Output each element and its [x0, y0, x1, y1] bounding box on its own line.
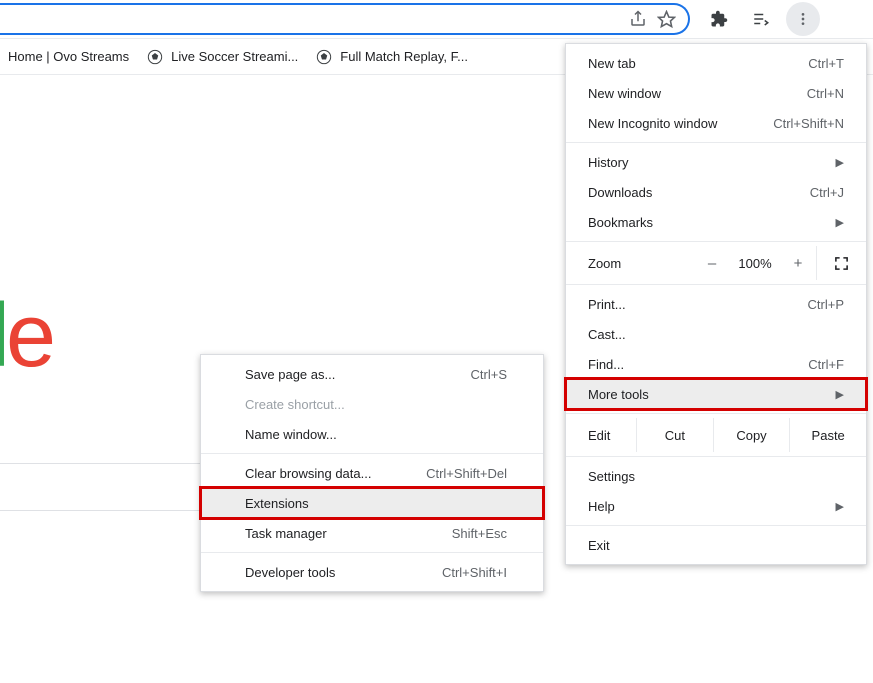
menu-separator [566, 525, 866, 526]
google-logo-fragment: le [0, 285, 52, 388]
menu-separator [201, 453, 543, 454]
menu-settings[interactable]: Settings [566, 461, 866, 491]
share-icon[interactable] [624, 5, 652, 33]
menu-separator [566, 241, 866, 242]
bookmark-label: Full Match Replay, F... [340, 49, 468, 64]
edit-label: Edit [588, 428, 636, 443]
menu-new-tab[interactable]: New tab Ctrl+T [566, 48, 866, 78]
zoom-value: 100% [730, 256, 780, 271]
zoom-in-button[interactable]: + [780, 255, 816, 272]
reading-list-icon[interactable] [744, 2, 778, 36]
menu-button[interactable] [786, 2, 820, 36]
menu-cast[interactable]: Cast... [566, 319, 866, 349]
star-icon[interactable] [652, 5, 680, 33]
menu-help[interactable]: Help ▶ [566, 491, 866, 521]
menu-separator [566, 413, 866, 414]
submenu-clear-browsing-data[interactable]: Clear browsing data... Ctrl+Shift+Del [201, 458, 543, 488]
toolbar-actions [694, 2, 828, 36]
menu-bookmarks[interactable]: Bookmarks ▶ [566, 207, 866, 237]
bookmark-item[interactable]: Home | Ovo Streams [8, 49, 129, 64]
soccer-icon [147, 49, 163, 65]
menu-separator [201, 552, 543, 553]
zoom-out-button[interactable]: – [694, 255, 730, 272]
fullscreen-icon [834, 256, 849, 271]
submenu-extensions[interactable]: Extensions [201, 488, 543, 518]
bookmark-label: Home | Ovo Streams [8, 49, 129, 64]
chevron-right-icon: ▶ [836, 388, 844, 401]
menu-history[interactable]: History ▶ [566, 147, 866, 177]
menu-new-window[interactable]: New window Ctrl+N [566, 78, 866, 108]
menu-downloads[interactable]: Downloads Ctrl+J [566, 177, 866, 207]
submenu-save-page[interactable]: Save page as... Ctrl+S [201, 359, 543, 389]
fullscreen-button[interactable] [816, 246, 866, 280]
chrome-main-menu: New tab Ctrl+T New window Ctrl+N New Inc… [565, 43, 867, 565]
menu-print[interactable]: Print... Ctrl+P [566, 289, 866, 319]
more-tools-submenu: Save page as... Ctrl+S Create shortcut..… [200, 354, 544, 592]
toolbar [0, 0, 873, 39]
bookmark-item[interactable]: Live Soccer Streami... [147, 49, 298, 65]
soccer-icon [316, 49, 332, 65]
menu-more-tools[interactable]: More tools ▶ [566, 379, 866, 409]
zoom-label: Zoom [588, 256, 658, 271]
search-box-fragment [0, 463, 200, 511]
edit-paste-button[interactable]: Paste [789, 418, 866, 452]
submenu-create-shortcut: Create shortcut... [201, 389, 543, 419]
omnibox[interactable] [0, 3, 690, 35]
bookmark-item[interactable]: Full Match Replay, F... [316, 49, 468, 65]
menu-exit[interactable]: Exit [566, 530, 866, 560]
menu-zoom-row: Zoom – 100% + [566, 246, 866, 280]
bookmark-label: Live Soccer Streami... [171, 49, 298, 64]
menu-separator [566, 142, 866, 143]
submenu-task-manager[interactable]: Task manager Shift+Esc [201, 518, 543, 548]
submenu-name-window[interactable]: Name window... [201, 419, 543, 449]
menu-separator [566, 284, 866, 285]
edit-cut-button[interactable]: Cut [636, 418, 713, 452]
chevron-right-icon: ▶ [836, 216, 844, 229]
menu-edit-row: Edit Cut Copy Paste [566, 418, 866, 452]
menu-find[interactable]: Find... Ctrl+F [566, 349, 866, 379]
chevron-right-icon: ▶ [836, 156, 844, 169]
chevron-right-icon: ▶ [836, 500, 844, 513]
menu-separator [566, 456, 866, 457]
menu-new-incognito[interactable]: New Incognito window Ctrl+Shift+N [566, 108, 866, 138]
submenu-developer-tools[interactable]: Developer tools Ctrl+Shift+I [201, 557, 543, 587]
extensions-icon[interactable] [702, 2, 736, 36]
edit-copy-button[interactable]: Copy [713, 418, 790, 452]
